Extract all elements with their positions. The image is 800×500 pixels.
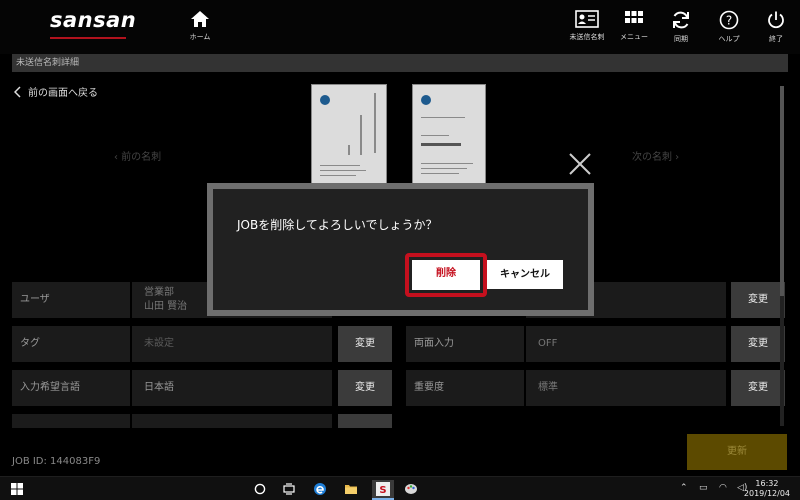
business-card-icon bbox=[575, 10, 599, 28]
paint-palette-icon bbox=[405, 484, 417, 494]
cancel-button[interactable]: キャンセル bbox=[487, 260, 563, 289]
home-button[interactable]: ホーム bbox=[172, 6, 228, 50]
company-logo-mark bbox=[320, 95, 330, 105]
next-card-label: 次の名刺 bbox=[632, 152, 672, 163]
next-card-link[interactable]: 次の名刺 › bbox=[632, 148, 679, 163]
folder-icon bbox=[345, 485, 357, 494]
help-icon: ? bbox=[719, 10, 739, 30]
chevron-left-icon bbox=[14, 85, 21, 98]
svg-text:S: S bbox=[379, 485, 386, 496]
job-id: JOB ID: 144083F9 bbox=[12, 456, 101, 467]
language-change-button[interactable]: 変更 bbox=[338, 370, 392, 406]
back-link-label: 前の画面へ戻る bbox=[28, 88, 98, 99]
windows-logo-icon bbox=[11, 483, 23, 495]
importance-field-value: 標準 bbox=[526, 370, 726, 406]
tag-field-label: タグ bbox=[12, 326, 130, 362]
tag-field-value: 未設定 bbox=[132, 326, 332, 362]
wifi-icon[interactable]: ◠ bbox=[719, 483, 727, 493]
battery-icon[interactable]: ▭ bbox=[699, 483, 708, 493]
clock-date: 2019/12/04 bbox=[743, 489, 790, 498]
edge-browser-button[interactable] bbox=[311, 480, 329, 498]
double-side-field-label: 両面入力 bbox=[406, 326, 524, 362]
company-logo-mark-back bbox=[421, 95, 431, 105]
extra-row-label bbox=[12, 414, 130, 428]
language-field-value: 日本語 bbox=[132, 370, 332, 406]
extra-row-value bbox=[132, 414, 332, 428]
system-clock[interactable]: 16:32 2019/12/04 bbox=[744, 479, 790, 499]
home-label: ホーム bbox=[189, 33, 211, 41]
page-title: 未送信名刺詳細 bbox=[12, 54, 788, 72]
double-side-field-value: OFF bbox=[526, 326, 726, 362]
extra-row-button[interactable] bbox=[338, 414, 392, 428]
power-icon bbox=[768, 11, 784, 29]
exit-label: 終了 bbox=[769, 35, 783, 43]
confirm-delete-dialog: JOBを削除してよろしいでしょうか？ 削除 キャンセル bbox=[207, 183, 594, 316]
language-field-label: 入力希望言語 bbox=[12, 370, 130, 406]
card-front-image[interactable] bbox=[311, 84, 387, 186]
sansan-app-icon: S bbox=[376, 482, 390, 496]
home-icon bbox=[191, 11, 209, 27]
clock-time: 16:32 bbox=[755, 479, 779, 488]
scrollbar-thumb[interactable] bbox=[780, 86, 784, 296]
app-header: sansan ホーム 未送信名刺 メニュー 同期 ? ヘルプ 終了 bbox=[0, 0, 800, 54]
tag-change-button[interactable]: 変更 bbox=[338, 326, 392, 362]
prev-card-link[interactable]: ‹ 前の名刺 bbox=[114, 148, 161, 163]
task-view-button[interactable] bbox=[280, 480, 298, 498]
back-link[interactable]: 前の画面へ戻る bbox=[14, 84, 98, 99]
importance-field-label: 重要度 bbox=[406, 370, 524, 406]
windows-start-button[interactable] bbox=[8, 480, 26, 498]
cortana-circle-icon bbox=[254, 483, 266, 495]
edge-icon bbox=[314, 483, 326, 495]
double-side-change-button[interactable]: 変更 bbox=[731, 326, 785, 362]
file-explorer-button[interactable] bbox=[342, 480, 360, 498]
card-back-image[interactable] bbox=[412, 84, 486, 186]
prev-card-label: 前の名刺 bbox=[121, 152, 162, 163]
svg-text:?: ? bbox=[726, 14, 732, 28]
update-button[interactable]: 更新 bbox=[687, 434, 787, 470]
sansan-logo: sansan bbox=[50, 8, 137, 32]
delete-button[interactable]: 削除 bbox=[412, 260, 480, 290]
sync-icon bbox=[673, 11, 689, 29]
chevron-up-icon[interactable]: ⌃ bbox=[680, 483, 688, 493]
grid-icon bbox=[625, 11, 643, 23]
close-icon[interactable] bbox=[566, 150, 594, 178]
task-view-icon bbox=[283, 483, 295, 495]
dialog-message: JOBを削除してよろしいでしょうか？ bbox=[237, 218, 438, 232]
windows-taskbar: S ⌃ ▭ ◠ ◁) 16:32 2019/12/04 bbox=[0, 476, 800, 500]
date-change-button[interactable]: 変更 bbox=[731, 282, 785, 318]
chevron-right-icon: › bbox=[672, 152, 680, 163]
cortana-button[interactable] bbox=[251, 480, 269, 498]
exit-button[interactable]: 終了 bbox=[748, 6, 800, 50]
logo-underline bbox=[50, 37, 126, 39]
user-field-label: ユーザ bbox=[12, 282, 130, 318]
delete-button-focus-ring: 削除 bbox=[405, 253, 487, 297]
importance-change-button[interactable]: 変更 bbox=[731, 370, 785, 406]
sansan-app-button[interactable]: S bbox=[372, 480, 394, 498]
paint-app-button[interactable] bbox=[402, 480, 420, 498]
